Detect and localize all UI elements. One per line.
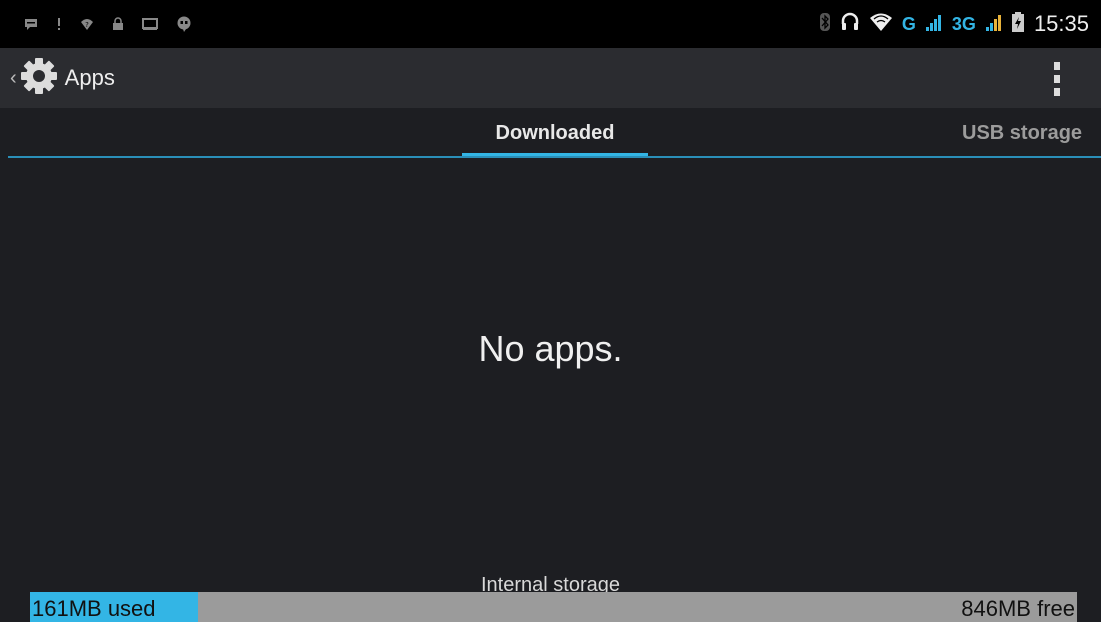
svg-text:?: ?: [85, 21, 89, 29]
tab-downloaded[interactable]: Downloaded: [462, 108, 648, 158]
storage-usage-bar: 161MB used 846MB free: [30, 592, 1077, 622]
battery-icon: [1011, 11, 1024, 37]
page-title: Apps: [64, 65, 115, 90]
storage-used-text: 161MB used: [32, 596, 156, 621]
wifi-icon: [869, 13, 892, 36]
network-type-label: G: [901, 13, 916, 34]
message-icon: [24, 17, 38, 31]
lock-icon: [112, 17, 124, 31]
alert-icon: [56, 17, 62, 31]
tab-divider: [8, 156, 1101, 158]
status-clock: 15:35: [1033, 11, 1089, 36]
tab-label: USB storage: [962, 121, 1083, 144]
hangouts-icon: [176, 16, 192, 32]
screen-icon: [142, 17, 158, 31]
overflow-menu-icon[interactable]: [1051, 62, 1063, 96]
signal-icon: [925, 13, 942, 36]
bluetooth-icon: [819, 12, 830, 36]
system-icons: G 3G 15:35: [819, 11, 1101, 37]
settings-gear-icon: [19, 56, 59, 101]
tab-strip: Downloaded USB storage: [0, 108, 1101, 158]
wifi-question-icon: ?: [80, 17, 94, 31]
notification-icons: ?: [0, 16, 192, 32]
up-navigation-button[interactable]: ‹ Apps: [0, 48, 115, 108]
storage-free-text: 846MB free: [961, 596, 1075, 621]
headphones-icon: [840, 12, 860, 37]
tab-label: Downloaded: [495, 121, 615, 144]
action-bar: ‹ Apps: [0, 48, 1101, 108]
tab-usb-storage[interactable]: USB storage: [952, 108, 1101, 158]
status-bar: ? G 3G 15:35: [0, 0, 1101, 48]
chevron-left-icon: ‹: [10, 66, 17, 89]
empty-state-message: No apps.: [478, 328, 623, 369]
signal-icon-2: [985, 13, 1002, 36]
network-type-label-2: 3G: [951, 13, 976, 34]
